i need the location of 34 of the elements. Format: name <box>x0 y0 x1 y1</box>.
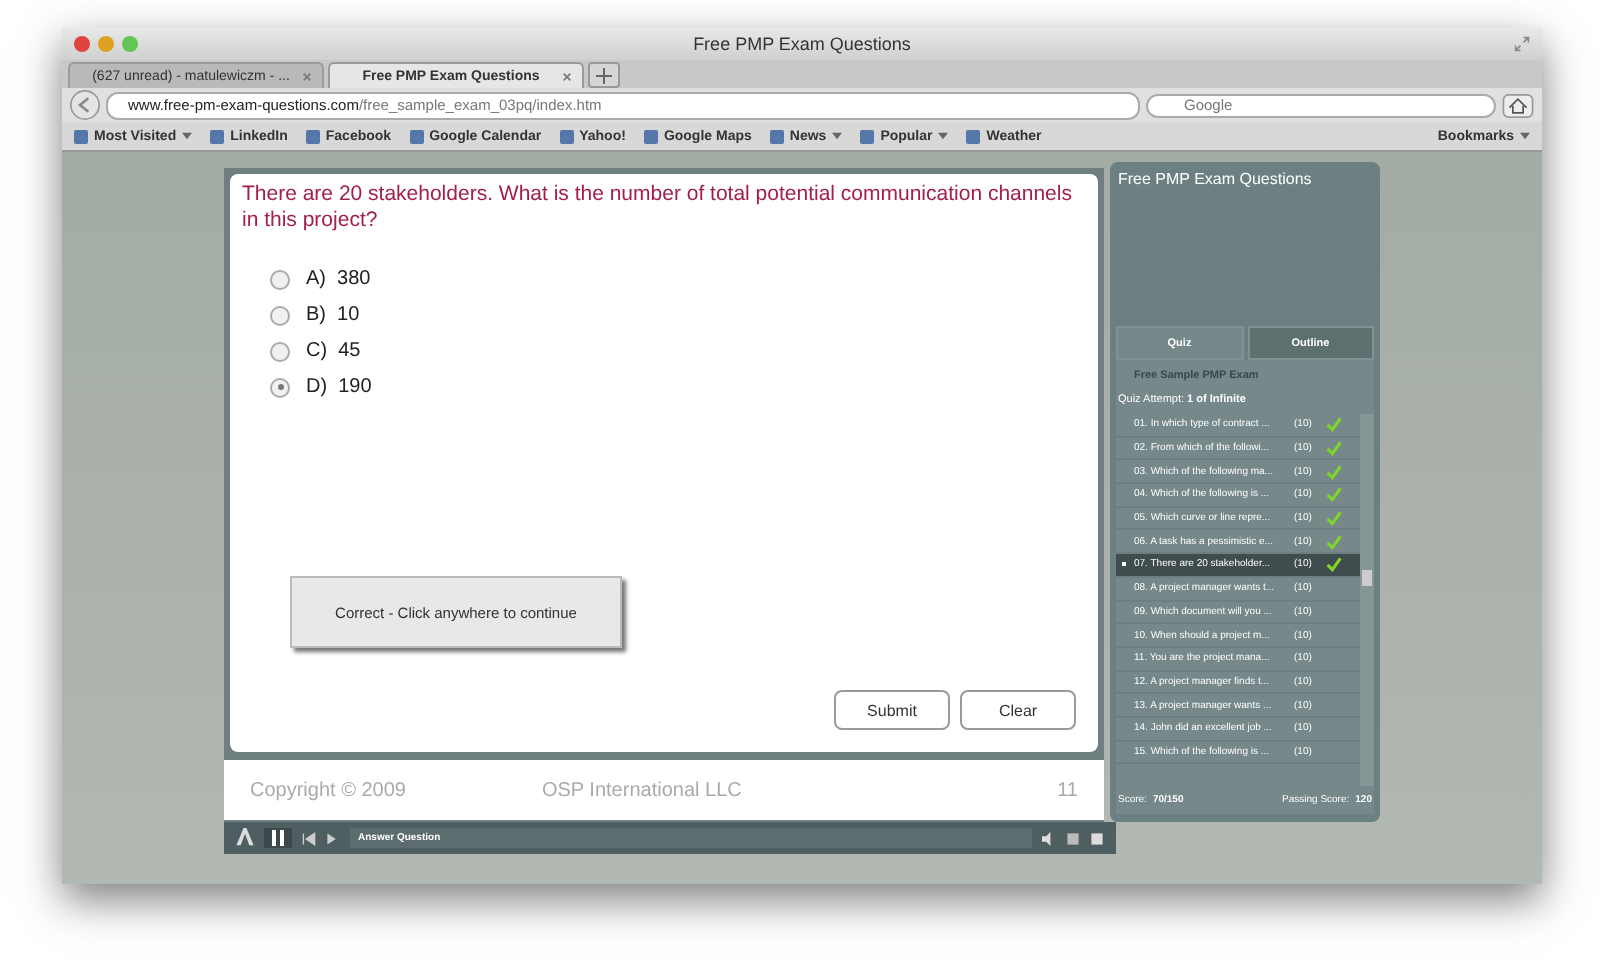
option-label[interactable]: A) 380 <box>306 268 371 290</box>
quiz-button[interactable]: Clear <box>960 690 1076 730</box>
caret-icon[interactable] <box>832 132 843 140</box>
radio-button[interactable] <box>270 377 290 397</box>
copyright-text: Copyright © 2009 <box>250 779 406 801</box>
plus-icon <box>596 67 612 83</box>
page-number: 11 <box>1057 779 1078 801</box>
option-label[interactable]: D) 190 <box>306 376 372 398</box>
radio-button[interactable] <box>270 341 290 361</box>
previous-icon[interactable] <box>302 831 316 845</box>
sidebar-title: Free PMP Exam Questions <box>1116 170 1314 188</box>
caret-icon[interactable] <box>938 132 949 140</box>
new-tab-button[interactable] <box>588 62 620 88</box>
radio-button[interactable] <box>270 269 290 289</box>
close-icon[interactable] <box>74 36 90 52</box>
caret-icon[interactable] <box>1520 132 1530 140</box>
option-label[interactable]: B) 10 <box>306 304 360 326</box>
home-icon[interactable] <box>1502 93 1534 117</box>
company-name: OSP International LLC <box>541 779 742 801</box>
radio-button[interactable] <box>270 305 290 325</box>
volume-icon[interactable] <box>1042 831 1056 845</box>
back-icon[interactable] <box>70 90 100 120</box>
question-text: There are 20 stakeholders. What is the number of total potential communication channels in this project? <box>242 182 1074 234</box>
fullscreen-icon[interactable] <box>1514 36 1530 52</box>
next-icon[interactable] <box>326 831 340 845</box>
caret-icon[interactable] <box>182 132 193 140</box>
close-tab-icon[interactable] <box>562 71 572 81</box>
close-tab-icon[interactable] <box>302 71 312 81</box>
pause-button[interactable] <box>264 828 292 848</box>
scrollbar[interactable] <box>1360 414 1374 786</box>
logo-icon <box>236 828 254 848</box>
quiz-button[interactable]: Submit <box>834 690 950 730</box>
option-label[interactable]: C) 45 <box>306 340 361 362</box>
window-title: Free PMP Exam Questions <box>693 34 911 54</box>
